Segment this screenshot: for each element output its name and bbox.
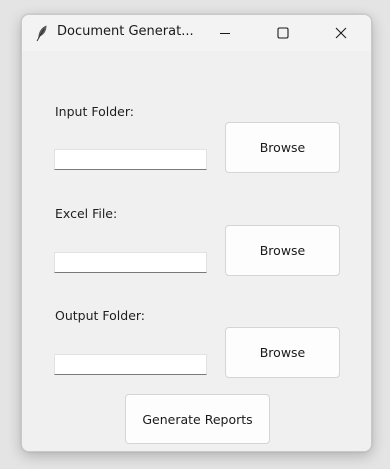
input-folder-field[interactable] — [54, 149, 207, 170]
excel-file-label: Excel File: — [55, 206, 118, 221]
close-icon — [335, 27, 347, 39]
close-button[interactable] — [318, 15, 364, 51]
minimize-button[interactable] — [202, 15, 248, 51]
maximize-button[interactable] — [260, 15, 306, 51]
excel-file-browse-button[interactable]: Browse — [225, 225, 340, 276]
form-area: Input Folder: Browse Excel File: Browse … — [22, 51, 371, 451]
window-title: Document Generat... — [57, 24, 194, 39]
feather-icon — [36, 25, 47, 42]
app-window: Document Generat... Input Folder: Browse… — [21, 14, 372, 452]
maximize-icon — [277, 27, 289, 39]
output-folder-browse-button[interactable]: Browse — [225, 327, 340, 378]
minimize-icon — [220, 32, 230, 35]
generate-reports-button[interactable]: Generate Reports — [125, 394, 270, 444]
title-bar[interactable]: Document Generat... — [22, 15, 371, 51]
input-folder-browse-button[interactable]: Browse — [225, 122, 340, 173]
excel-file-field[interactable] — [54, 252, 207, 273]
output-folder-label: Output Folder: — [55, 308, 146, 323]
output-folder-field[interactable] — [54, 354, 207, 375]
input-folder-label: Input Folder: — [55, 104, 134, 119]
